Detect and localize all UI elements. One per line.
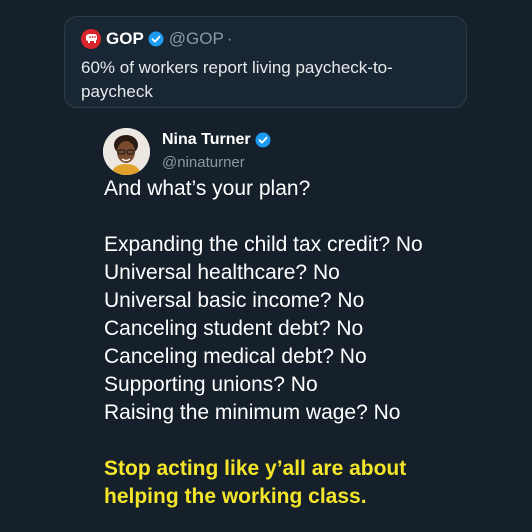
question-line: Universal healthcare? No bbox=[104, 261, 340, 284]
screenshot-canvas: GOP @GOP · 60% of workers report living … bbox=[0, 0, 532, 532]
author-name-row: Nina Turner bbox=[162, 130, 271, 150]
question-line: Canceling student debt? No bbox=[104, 317, 364, 340]
author-name[interactable]: Nina Turner bbox=[162, 131, 251, 149]
elephant-icon bbox=[81, 29, 101, 49]
separator-dot: · bbox=[226, 29, 233, 48]
verified-badge-icon bbox=[255, 132, 271, 148]
tweet-opening-line: And what’s your plan? bbox=[104, 177, 311, 200]
quoted-tweet-card[interactable]: GOP @GOP · 60% of workers report living … bbox=[64, 16, 467, 108]
avatar[interactable] bbox=[103, 128, 150, 175]
question-line: Supporting unions? No bbox=[104, 373, 318, 396]
highlighted-closing-line: Stop acting like y’all are about bbox=[104, 457, 407, 480]
question-line: Canceling medical debt? No bbox=[104, 345, 367, 368]
question-line: Universal basic income? No bbox=[104, 289, 365, 312]
verified-badge-icon bbox=[148, 31, 164, 47]
quoted-account-name[interactable]: GOP bbox=[106, 29, 144, 49]
author-handle[interactable]: @ninaturner bbox=[162, 154, 271, 171]
quoted-tweet-text: 60% of workers report living paycheck-to… bbox=[81, 58, 393, 101]
tweet-author: Nina Turner @ninaturner bbox=[162, 130, 271, 171]
question-line: Raising the minimum wage? No bbox=[104, 401, 401, 424]
quoted-tweet-header: GOP @GOP · bbox=[81, 28, 233, 50]
quoted-account-handle[interactable]: @GOP bbox=[169, 29, 224, 49]
paragraph-break bbox=[104, 203, 524, 231]
question-line: Expanding the child tax credit? No bbox=[104, 233, 423, 256]
highlighted-closing-line: helping the working class. bbox=[104, 485, 367, 508]
paragraph-break bbox=[104, 427, 524, 455]
tweet-text: And what’s your plan? Expanding the chil… bbox=[104, 175, 524, 511]
